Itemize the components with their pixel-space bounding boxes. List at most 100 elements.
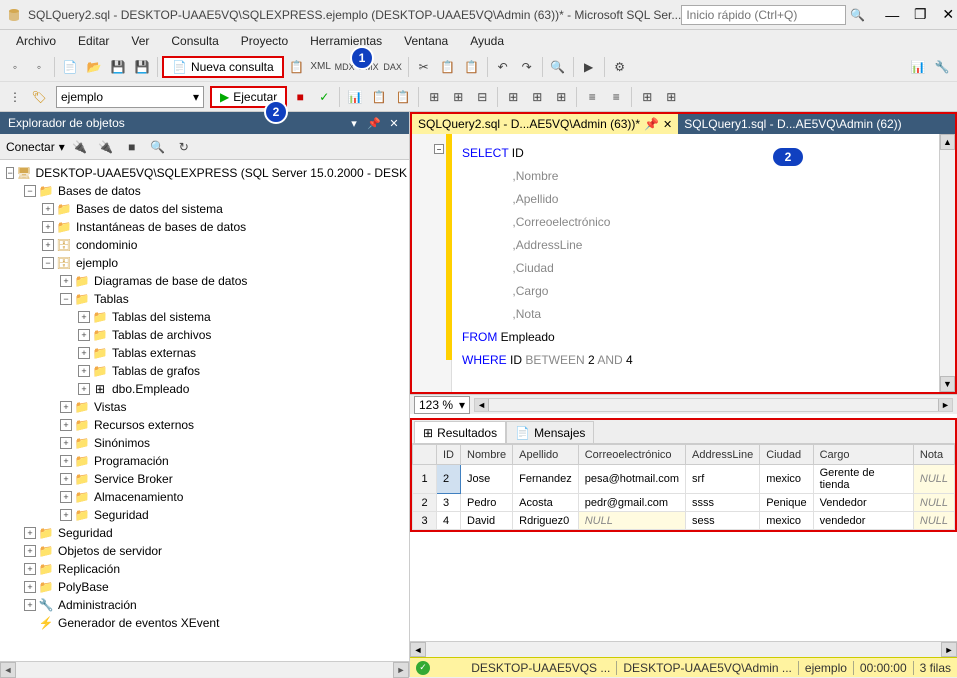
settings-icon[interactable]: 🔧: [931, 56, 953, 78]
col-nombre[interactable]: Nombre: [461, 445, 513, 465]
toolbar2-icon-1[interactable]: ⋮: [4, 86, 26, 108]
tree-node[interactable]: +📁Seguridad: [2, 506, 407, 524]
cell[interactable]: Jose: [461, 465, 513, 494]
cell[interactable]: Vendedor: [813, 494, 913, 512]
horizontal-scrollbar[interactable]: ◄►: [410, 641, 957, 657]
cut-icon[interactable]: ✂: [413, 56, 435, 78]
cell[interactable]: Penique: [760, 494, 813, 512]
cell[interactable]: ssss: [686, 494, 760, 512]
parse-icon[interactable]: ✓: [313, 86, 335, 108]
table-row[interactable]: 23PedroAcostapedr@gmail.comssssPeniqueVe…: [413, 494, 955, 512]
horizontal-scrollbar[interactable]: ◄►: [474, 398, 953, 412]
col-nota[interactable]: Nota: [913, 445, 954, 465]
cell[interactable]: vendedor: [813, 512, 913, 530]
cell[interactable]: 2: [413, 494, 437, 512]
table-row[interactable]: 34DavidRdriguez0NULLsessmexicovendedorNU…: [413, 512, 955, 530]
cell[interactable]: 4: [437, 512, 461, 530]
tree-node[interactable]: +📁Vistas: [2, 398, 407, 416]
menu-editar[interactable]: Editar: [68, 32, 119, 50]
collapse-icon[interactable]: −: [434, 144, 444, 154]
new-project-icon[interactable]: 📄: [59, 56, 81, 78]
close-button[interactable]: ✕: [941, 8, 955, 22]
cell[interactable]: Fernandez: [513, 465, 579, 494]
tab-mensajes[interactable]: 📄 Mensajes: [506, 421, 594, 443]
new-query-button[interactable]: 📄 Nueva consulta: [162, 56, 284, 78]
chevron-down-icon[interactable]: ▾: [59, 140, 65, 154]
save-icon[interactable]: 💾: [107, 56, 129, 78]
tree-empleado-node[interactable]: +⊞dbo.Empleado: [2, 380, 407, 398]
panel-close-icon[interactable]: ✕: [387, 116, 401, 130]
cell[interactable]: Gerente de tienda: [813, 465, 913, 494]
tree-node[interactable]: +📁Replicación: [2, 560, 407, 578]
cell[interactable]: David: [461, 512, 513, 530]
toolbar2-icon-3[interactable]: 📊: [344, 86, 366, 108]
cell[interactable]: 1: [413, 465, 437, 494]
tree-tablas-node[interactable]: −📁Tablas: [2, 290, 407, 308]
cell[interactable]: NULL: [913, 512, 954, 530]
tree-node[interactable]: +📁Tablas externas: [2, 344, 407, 362]
cell[interactable]: NULL: [578, 512, 685, 530]
toolbar2-icon-8[interactable]: ⊟: [471, 86, 493, 108]
toolbar2-icon-6[interactable]: ⊞: [423, 86, 445, 108]
close-tab-icon[interactable]: ✕: [663, 118, 672, 131]
tree-node[interactable]: +📁Programación: [2, 452, 407, 470]
panel-dropdown-icon[interactable]: ▾: [347, 116, 361, 130]
editor-tab-inactive[interactable]: SQLQuery1.sql - D...AE5VQ\Admin (62)): [678, 114, 907, 134]
vertical-scrollbar[interactable]: ▲▼: [939, 134, 955, 392]
database-dropdown[interactable]: ejemplo ▾: [56, 86, 204, 108]
save-all-icon[interactable]: 💾: [131, 56, 153, 78]
zoom-dropdown[interactable]: 123 % ▾: [414, 396, 470, 414]
col-rownum[interactable]: [413, 445, 437, 465]
menu-archivo[interactable]: Archivo: [6, 32, 66, 50]
col-ciudad[interactable]: Ciudad: [760, 445, 813, 465]
cell[interactable]: Pedro: [461, 494, 513, 512]
panel-pin-icon[interactable]: 📌: [367, 116, 381, 130]
tree-node[interactable]: +📁Tablas del sistema: [2, 308, 407, 326]
toolbar2-icon-14[interactable]: ⊞: [636, 86, 658, 108]
open-icon[interactable]: 📂: [83, 56, 105, 78]
restore-button[interactable]: ❐: [913, 8, 927, 22]
tree-ejemplo-node[interactable]: −🗄ejemplo: [2, 254, 407, 272]
cell[interactable]: pedr@gmail.com: [578, 494, 685, 512]
toolbar-icon[interactable]: 📋: [286, 56, 308, 78]
cell[interactable]: 3: [413, 512, 437, 530]
copy-icon[interactable]: 📋: [437, 56, 459, 78]
col-address[interactable]: AddressLine: [686, 445, 760, 465]
toolbar2-icon-12[interactable]: ≡: [581, 86, 603, 108]
cell[interactable]: 3: [437, 494, 461, 512]
search-icon[interactable]: 🔍: [850, 8, 865, 22]
cell[interactable]: NULL: [913, 465, 954, 494]
object-tree[interactable]: −🖥DESKTOP-UAAE5VQ\SQLEXPRESS (SQL Server…: [0, 160, 409, 661]
tree-node[interactable]: +📁Bases de datos del sistema: [2, 200, 407, 218]
toolbar2-icon-10[interactable]: ⊞: [526, 86, 548, 108]
menu-herramientas[interactable]: Herramientas: [300, 32, 392, 50]
toolbar2-icon-4[interactable]: 📋: [368, 86, 390, 108]
stop-icon[interactable]: ■: [289, 86, 311, 108]
toolbar2-icon-15[interactable]: ⊞: [660, 86, 682, 108]
forward-icon[interactable]: ◦: [28, 56, 50, 78]
tree-node[interactable]: +🔧Administración: [2, 596, 407, 614]
cell[interactable]: Acosta: [513, 494, 579, 512]
cell[interactable]: Rdriguez0: [513, 512, 579, 530]
horizontal-scrollbar[interactable]: ◄►: [0, 661, 409, 677]
tree-node[interactable]: +📁Tablas de grafos: [2, 362, 407, 380]
table-row[interactable]: 12JoseFernandezpesa@hotmail.comsrfmexico…: [413, 465, 955, 494]
back-icon[interactable]: ◦: [4, 56, 26, 78]
undo-icon[interactable]: ↶: [492, 56, 514, 78]
menu-ver[interactable]: Ver: [121, 32, 159, 50]
toolbar-icon-3[interactable]: ▶: [578, 56, 600, 78]
refresh-icon[interactable]: ↻: [173, 136, 195, 158]
cell[interactable]: srf: [686, 465, 760, 494]
tree-node[interactable]: +📁Recursos externos: [2, 416, 407, 434]
cell[interactable]: 2: [437, 465, 461, 494]
col-cargo[interactable]: Cargo: [813, 445, 913, 465]
cell[interactable]: pesa@hotmail.com: [578, 465, 685, 494]
toolbar-icon-2[interactable]: 🔍: [547, 56, 569, 78]
paste-icon[interactable]: 📋: [461, 56, 483, 78]
menu-ventana[interactable]: Ventana: [394, 32, 458, 50]
tree-node[interactable]: +📁PolyBase: [2, 578, 407, 596]
toolbar-end-icon[interactable]: 📊: [907, 56, 929, 78]
pin-icon[interactable]: 📌: [644, 117, 659, 131]
col-apellido[interactable]: Apellido: [513, 445, 579, 465]
cell[interactable]: mexico: [760, 465, 813, 494]
